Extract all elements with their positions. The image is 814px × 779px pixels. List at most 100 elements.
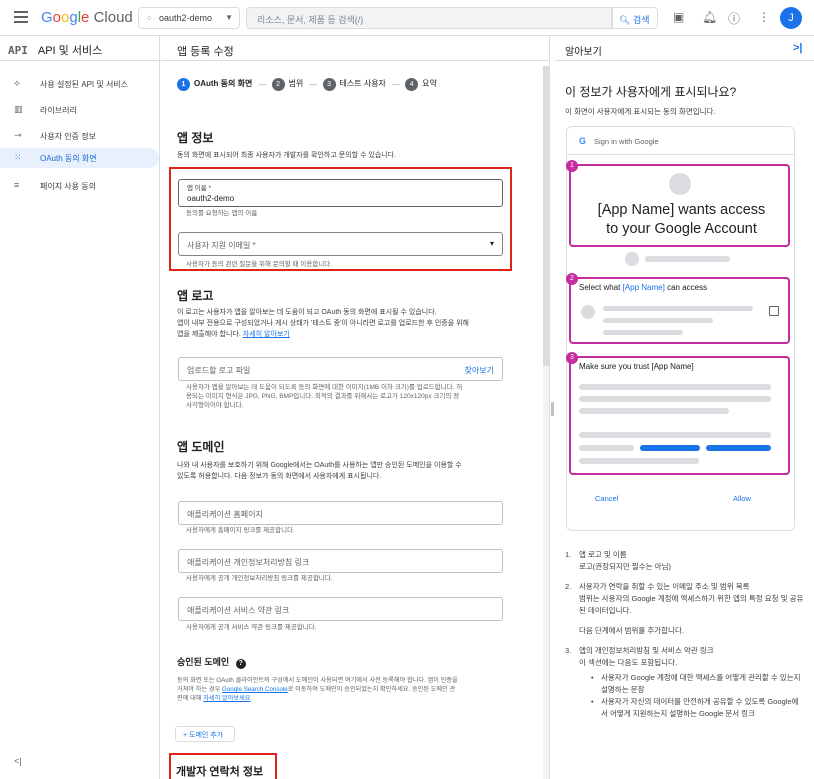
nav-item-credentials[interactable]: ⊸ 사용자 인증 정보 <box>0 126 159 146</box>
app-logo-desc: 이 로고는 사용자가 앱을 알아보는 데 도움이 되고 OAuth 동의 화면에… <box>177 309 469 338</box>
menu-icon[interactable] <box>14 11 28 23</box>
api-icon: ⟡ <box>14 78 20 88</box>
homepage-hint: 사용자에게 홈페이지 링크를 제공합니다. <box>186 527 295 534</box>
marker-box-2: 2 Select what [App Name] can access <box>566 273 790 344</box>
settings-icon: ≡ <box>14 180 20 190</box>
notification-icon[interactable]: 🔔︎ <box>702 10 717 24</box>
divider <box>0 60 160 61</box>
marker-box-1: 1 [App Name] wants access to your Google … <box>566 160 790 247</box>
cancel-button: Cancel <box>595 494 619 503</box>
library-icon: ▥ <box>14 104 23 114</box>
search-console-link[interactable]: Google Search Console <box>222 686 288 693</box>
google-g-icon: G <box>579 136 587 146</box>
consent-preview-card: G Sign in with Google 1 [App Name] wants … <box>566 126 795 531</box>
browse-button[interactable]: 찾아보기 <box>465 365 494 376</box>
add-icon: + <box>183 732 188 739</box>
avatar[interactable]: J <box>780 7 802 29</box>
nav-header: API API 및 서비스 <box>8 44 103 57</box>
help-icon[interactable]: ⓘ <box>728 10 740 27</box>
allow-button: Allow <box>733 494 751 503</box>
app-info-desc: 동의 화면에 표시되어 최종 사용자가 개발자를 확인하고 문의할 수 있습니다… <box>177 152 397 159</box>
app-logo-placeholder <box>669 173 691 195</box>
project-name: oauth2-demo <box>159 13 213 23</box>
app-access-title: [App Name] wants access to your Google Ac… <box>597 202 766 237</box>
terms-of-service-hint: 사용자에게 공개 서비스 약관 링크를 제공합니다. <box>186 624 317 631</box>
learn-more-link[interactable]: 자세히 알아보세요 <box>203 695 250 702</box>
note-item: 2. 사용자가 연락을 취할 수 있는 이메일 주소 및 범위 목록 범위는 사용자… <box>565 582 804 635</box>
placeholder-bar <box>579 445 634 451</box>
marker-number: 1 <box>566 160 578 172</box>
marker-number: 2 <box>566 273 578 285</box>
note-item: 3. 앱의 개인정보처리방침 및 서비스 약관 링크 이 섹션에는 다음도 포함됩니… <box>565 645 805 720</box>
consent-icon: ⁙ <box>14 152 22 162</box>
app-logo-heading: 앱 로고 <box>177 289 214 303</box>
placeholder-bar <box>603 306 753 311</box>
collapse-nav-icon[interactable]: <| <box>14 756 22 766</box>
scope-icon-placeholder <box>581 305 595 319</box>
authorized-domains-heading: 승인된 도메인 ? <box>177 655 246 669</box>
placeholder-bar <box>603 330 683 335</box>
divider <box>567 154 794 155</box>
placeholder-bar <box>603 318 713 323</box>
app-domain-heading: 앱 도메인 <box>177 440 225 454</box>
step-oauth-consent[interactable]: 1 OAuth 동의 화면 <box>177 78 252 91</box>
marker-box-3: 3 Make sure you trust [App Name] <box>566 352 790 475</box>
nav-item-oauth-consent[interactable]: ⁙ OAuth 동의 화면 <box>0 148 159 168</box>
more-vert-icon[interactable]: ⋮ <box>758 10 770 24</box>
search-icon: 🔍︎ <box>619 15 631 25</box>
logo-hint: 사용자가 앱을 알아보는 데 도움이 되도록 동의 화면에 대한 이미지(1MB… <box>186 384 463 409</box>
terms-of-service-input[interactable]: 애플리케이션 서비스 약관 링크 <box>178 597 503 621</box>
panel-title: 알아보기 <box>565 47 602 58</box>
main-content: 앱 등록 수정 1 OAuth 동의 화면 — 2 범위 — 3 테스트 사용자 — 4 요약… <box>161 36 549 779</box>
terminal-icon[interactable]: ▣ <box>673 10 684 24</box>
project-icon: ⁘ <box>146 14 153 23</box>
close-panel-icon[interactable]: >| <box>793 42 803 54</box>
help-icon[interactable]: ? <box>235 659 246 669</box>
resize-handle[interactable] <box>551 402 554 416</box>
trust-text: Make sure you trust [App Name] <box>579 362 694 371</box>
placeholder-bar <box>579 432 771 438</box>
link-placeholder-bar <box>706 445 771 451</box>
support-email-select[interactable]: 사용자 지원 이메일 * ▾ <box>178 232 503 256</box>
learn-more-link[interactable]: 자세히 알아보기 <box>243 331 290 338</box>
notes-list: 1. 앱 로고 및 이름 로고(권장되지만 필수는 아님) 2. 사용자가 연락을 취… <box>565 549 805 728</box>
note-item: 1. 앱 로고 및 이름 로고(권장되지만 필수는 아님) <box>565 550 671 571</box>
select-access-text: Select what [App Name] can access <box>579 283 708 292</box>
link-placeholder-bar <box>640 445 700 451</box>
homepage-input[interactable]: 애플리케이션 홈페이지 <box>178 501 503 525</box>
search-input[interactable]: 리소스, 문서, 제품 등 검색(/) <box>246 7 612 29</box>
privacy-policy-input[interactable]: 애플리케이션 개인정보처리방침 링크 <box>178 549 503 573</box>
dropdown-arrow-icon: ▾ <box>489 239 494 248</box>
logo-upload-field[interactable]: 업로드할 로고 파일 찾아보기 <box>178 357 503 381</box>
placeholder-bar <box>579 396 771 402</box>
step-summary[interactable]: 4 요약 <box>405 78 437 91</box>
chevron-down-icon: ▼ <box>225 13 233 22</box>
nav-item-library[interactable]: ▥ 라이브러리 <box>0 100 159 120</box>
nav-item-enabled-apis[interactable]: ⟡ 사용 설정된 API 및 서비스 <box>0 74 159 94</box>
scope-checkbox <box>769 306 779 316</box>
nav-item-page-usage[interactable]: ≡ 페이지 사용 동의 <box>0 176 159 196</box>
app-name-hint: 동의를 요청하는 앱의 이름 <box>186 210 258 217</box>
search-button[interactable]: 🔍︎ 검색 <box>612 7 658 29</box>
app-name-field[interactable]: 앱 이름 * oauth2-demo <box>178 179 503 207</box>
add-domain-button[interactable]: + 도메인 추가 <box>175 726 235 742</box>
project-selector[interactable]: ⁘ oauth2-demo ▼ <box>138 7 240 29</box>
panel-subheading: 이 화면이 사용자에게 표시되는 동의 화면입니다. <box>565 107 716 116</box>
developer-contact-heading: 개발자 연락처 정보 <box>176 766 264 778</box>
app-domain-desc: 나와 내 사용자를 보호하기 위해 Google에서는 OAuth를 사용하는 … <box>177 462 462 480</box>
learn-panel: 알아보기 >| 이 정보가 사용자에게 표시되나요? 이 화면이 사용자에게 표… <box>555 36 814 779</box>
privacy-policy-hint: 사용자에게 공개 개인정보처리방침 링크를 제공합니다. <box>186 575 333 582</box>
placeholder-bar <box>579 408 729 414</box>
authorized-domains-desc: 동의 화면 또는 OAuth 클라이언트의 구성에서 도메인이 사용되면 여기에… <box>177 677 458 702</box>
google-cloud-logo[interactable]: Google Cloud <box>41 9 133 26</box>
panel-heading: 이 정보가 사용자에게 표시되나요? <box>565 85 737 99</box>
placeholder-bar <box>579 458 699 464</box>
panel-divider <box>549 36 550 779</box>
placeholder-bar <box>645 256 730 262</box>
step-scopes[interactable]: 2 범위 <box>271 78 303 91</box>
account-avatar-placeholder <box>625 252 639 266</box>
step-test-users[interactable]: 3 테스트 사용자 <box>322 78 386 91</box>
app-info-heading: 앱 정보 <box>177 131 214 145</box>
page-title: 앱 등록 수정 <box>177 46 234 58</box>
marker-number: 3 <box>566 352 578 364</box>
